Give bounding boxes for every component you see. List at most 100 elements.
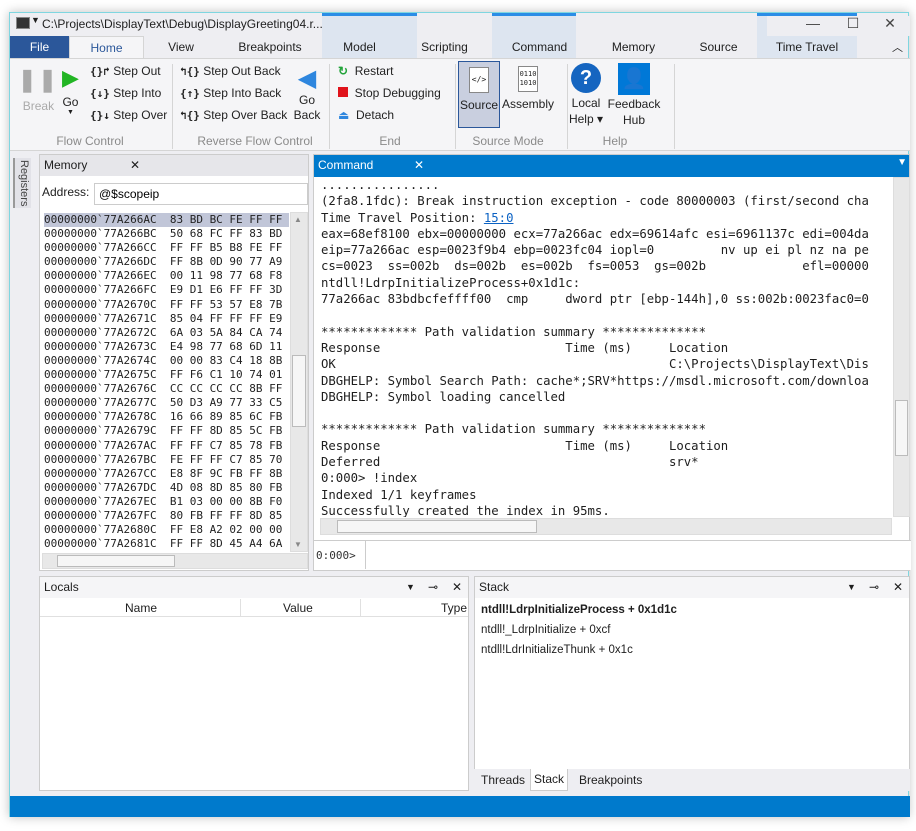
tab-breakpoints-pane[interactable]: Breakpoints: [579, 773, 642, 787]
memory-row[interactable]: 00000000`77A2672C 6A 03 5A 84 CA 74: [44, 326, 289, 340]
stack-menu-icon[interactable]: ▼: [847, 577, 856, 598]
tab-model[interactable]: Model: [322, 36, 397, 58]
memory-row[interactable]: 00000000`77A2675C FF F6 C1 10 74 01: [44, 368, 289, 382]
locals-close-icon[interactable]: ✕: [452, 577, 462, 598]
memory-row[interactable]: 00000000`77A267BC FE FF FF C7 85 70: [44, 453, 289, 467]
column-name[interactable]: Name: [125, 601, 157, 615]
status-bar: [10, 796, 910, 817]
command-vertical-scrollbar[interactable]: [893, 177, 910, 517]
step-out-back-button[interactable]: ↰{} Step Out Back: [180, 64, 281, 78]
command-output-line: [321, 405, 892, 421]
assembly-mode-button[interactable]: 01101010 Assembly: [502, 61, 554, 111]
command-output-line: OK C:\Projects\DisplayText\Dis: [321, 356, 892, 372]
stack-frame[interactable]: ntdll!LdrpInitializeProcess + 0x1d1c: [475, 600, 909, 620]
line-text: ************* Path validation summary **…: [321, 422, 706, 436]
command-output-line: 0:000> !index: [321, 470, 892, 486]
stack-pin-icon[interactable]: ⊸: [869, 577, 879, 598]
break-button[interactable]: ❚❚ Break: [18, 67, 59, 113]
line-text: ................: [321, 178, 439, 192]
tab-threads[interactable]: Threads: [481, 773, 525, 787]
command-input[interactable]: [365, 541, 909, 569]
binary-file-icon: 01101010: [518, 66, 538, 92]
tab-command[interactable]: Command: [492, 36, 587, 58]
tab-breakpoints[interactable]: Breakpoints: [218, 36, 322, 58]
memory-row[interactable]: 00000000`77A267EC B1 03 00 00 8B F0: [44, 495, 289, 509]
tab-file[interactable]: File: [10, 36, 69, 58]
memory-row[interactable]: 00000000`77A266FC E9 D1 E6 FF FF 3D: [44, 283, 289, 297]
detach-button[interactable]: ⏏ Detach: [338, 108, 394, 122]
tab-stack[interactable]: Stack: [530, 769, 568, 791]
stack-close-icon[interactable]: ✕: [893, 577, 903, 598]
tab-scripting[interactable]: Scripting: [397, 36, 492, 58]
bottom-tabs: Threads Stack Breakpoints: [474, 769, 910, 791]
go-back-button[interactable]: ◀ Go Back: [292, 64, 322, 123]
maximize-button[interactable]: ☐: [833, 15, 873, 35]
command-output-line: 77a266ac 83bdbcfeffff00 cmp dword ptr [e…: [321, 291, 892, 307]
memory-row[interactable]: 00000000`77A2681C FF FF 8D 45 A4 6A: [44, 537, 289, 550]
step-over-back-button[interactable]: ↰{} Step Over Back: [180, 108, 287, 122]
registers-side-tab[interactable]: Registers: [13, 158, 31, 208]
step-out-button[interactable]: {}↱ Step Out: [90, 64, 161, 78]
locals-menu-icon[interactable]: ▼: [406, 577, 415, 598]
step-into-button[interactable]: {↓} Step Into: [90, 86, 161, 100]
memory-row[interactable]: 00000000`77A2678C 16 66 89 85 6C FB: [44, 410, 289, 424]
line-text: Response Time (ms) Location: [321, 439, 728, 453]
go-button[interactable]: ▶ Go ▼: [62, 65, 79, 116]
stack-frame[interactable]: ntdll!LdrInitializeThunk + 0x1c: [475, 640, 909, 660]
memory-panel: Memory ✕ Address: 00000000`77A266AC 83 B…: [39, 154, 309, 571]
memory-row[interactable]: 00000000`77A2670C FF FF 53 57 E8 7B: [44, 298, 289, 312]
memory-row[interactable]: 00000000`77A267FC 80 FB FF FF 8D 85: [44, 509, 289, 523]
memory-vertical-scrollbar[interactable]: ▲ ▼: [290, 212, 308, 552]
memory-row[interactable]: 00000000`77A267DC 4D 08 8D 85 80 FB: [44, 481, 289, 495]
tab-home[interactable]: Home: [69, 36, 144, 58]
time-travel-position-link[interactable]: 15:0: [484, 211, 514, 225]
locals-pin-icon[interactable]: ⊸: [428, 577, 438, 598]
memory-row[interactable]: 00000000`77A2676C CC CC CC CC 8B FF: [44, 382, 289, 396]
memory-row[interactable]: 00000000`77A2680C FF E8 A2 02 00 00: [44, 523, 289, 537]
memory-row[interactable]: 00000000`77A2677C 50 D3 A9 77 33 C5: [44, 396, 289, 410]
command-close-icon[interactable]: ✕: [414, 155, 424, 176]
close-button[interactable]: ✕: [870, 15, 910, 35]
memory-row[interactable]: 00000000`77A266EC 00 11 98 77 68 F8: [44, 269, 289, 283]
feedback-hub-button[interactable]: 👤 Feedback Hub: [606, 61, 662, 128]
memory-row[interactable]: 00000000`77A266AC 83 BD BC FE FF FF: [44, 213, 289, 227]
stack-frame[interactable]: ntdll!_LdrpInitialize + 0xcf: [475, 620, 909, 640]
line-text: DBGHELP: Symbol loading cancelled: [321, 390, 565, 404]
memory-row[interactable]: 00000000`77A266DC FF 8B 0D 90 77 A9: [44, 255, 289, 269]
command-horizontal-scrollbar[interactable]: [320, 518, 892, 535]
tab-time-travel[interactable]: Time Travel: [757, 36, 857, 58]
collapse-ribbon-icon[interactable]: ︿: [892, 39, 903, 55]
tab-view[interactable]: View: [144, 36, 218, 58]
memory-row[interactable]: 00000000`77A2671C 85 04 FF FF FF E9: [44, 312, 289, 326]
step-over-label: Step Over: [113, 108, 167, 122]
memory-row[interactable]: 00000000`77A2679C FF FF 8D 85 5C FB: [44, 424, 289, 438]
pause-icon: ❚❚: [18, 67, 59, 93]
stack-title: Stack: [479, 580, 509, 594]
command-output-line: eip=77a266ac esp=0023f9b4 ebp=0023fc04 i…: [321, 242, 892, 258]
column-value[interactable]: Value: [283, 601, 313, 615]
restart-button[interactable]: ↻ Restart: [338, 64, 393, 78]
memory-row[interactable]: 00000000`77A266BC 50 68 FC FF 83 BD: [44, 227, 289, 241]
quick-access-dropdown-icon[interactable]: ▼: [31, 15, 40, 25]
address-input[interactable]: [94, 183, 308, 205]
memory-row[interactable]: 00000000`77A2673C E4 98 77 68 6D 11: [44, 340, 289, 354]
panel-menu-icon[interactable]: ▼: [897, 157, 907, 168]
tab-memory[interactable]: Memory: [587, 36, 680, 58]
tab-source[interactable]: Source: [680, 36, 757, 58]
column-type[interactable]: Type: [441, 601, 467, 615]
memory-horizontal-scrollbar[interactable]: [42, 553, 308, 569]
stop-debugging-button[interactable]: Stop Debugging: [338, 86, 441, 100]
memory-close-icon[interactable]: ✕: [130, 155, 140, 176]
memory-row[interactable]: 00000000`77A2674C 00 00 83 C4 18 8B: [44, 354, 289, 368]
source-mode-button[interactable]: </> Source: [458, 61, 500, 128]
window-title: C:\Projects\DisplayText\Debug\DisplayGre…: [42, 17, 323, 31]
local-help-button[interactable]: ? Local Help ▾: [567, 61, 605, 127]
step-over-button[interactable]: {}↓ Step Over: [90, 108, 167, 122]
step-into-back-button[interactable]: {↑} Step Into Back: [180, 86, 281, 100]
memory-row[interactable]: 00000000`77A267AC FF FF C7 85 78 FB: [44, 439, 289, 453]
memory-row[interactable]: 00000000`77A266CC FF FF B5 B8 FE FF: [44, 241, 289, 255]
scrollbar-thumb[interactable]: [895, 400, 908, 456]
minimize-button[interactable]: —: [793, 15, 833, 35]
scrollbar-thumb[interactable]: [292, 355, 306, 427]
memory-row[interactable]: 00000000`77A267CC E8 8F 9C FB FF 8B: [44, 467, 289, 481]
